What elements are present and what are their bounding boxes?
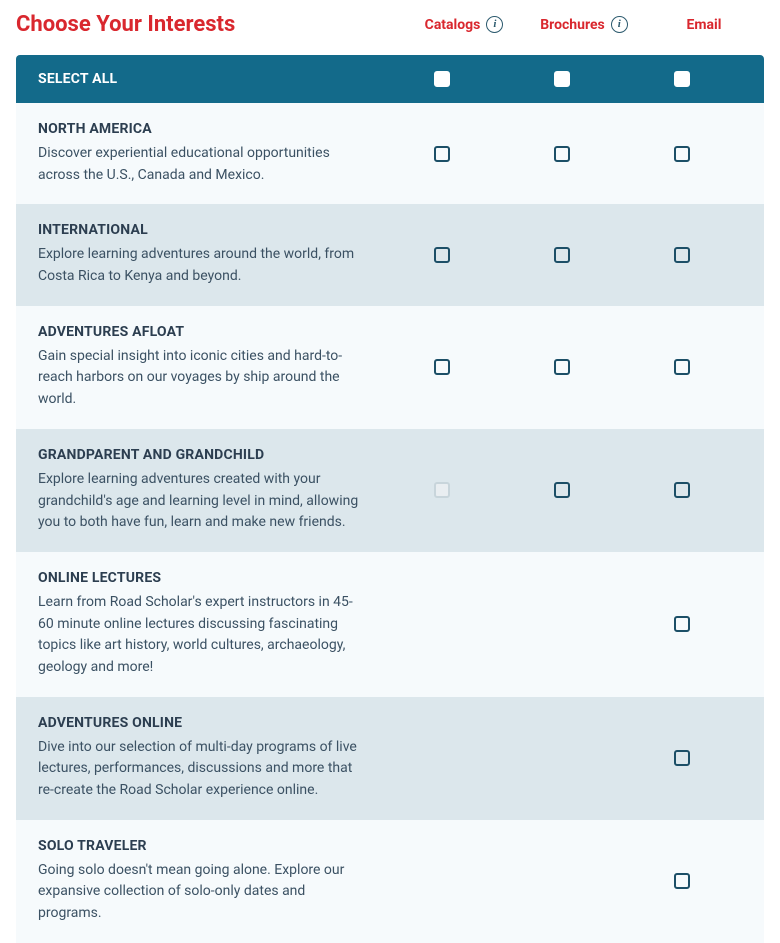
international-email-checkbox[interactable] bbox=[674, 247, 690, 263]
interest-row-title: ADVENTURES AFLOAT bbox=[38, 324, 362, 340]
select-all-label: SELECT ALL bbox=[38, 71, 362, 87]
column-header-brochures-label: Brochures bbox=[540, 17, 604, 33]
column-header-brochures: Brochures i bbox=[524, 16, 644, 33]
interest-row-desc: Learn from Road Scholar's expert instruc… bbox=[38, 592, 362, 679]
interest-row-title: NORTH AMERICA bbox=[38, 121, 362, 137]
column-header-email-label: Email bbox=[687, 17, 722, 33]
online-lectures-email-checkbox[interactable] bbox=[674, 616, 690, 632]
interest-row-desc: Going solo doesn't mean going alone. Exp… bbox=[38, 860, 362, 925]
select-all-brochures-checkbox[interactable] bbox=[554, 71, 570, 87]
column-header-catalogs: Catalogs i bbox=[404, 16, 524, 33]
north-america-catalogs-checkbox[interactable] bbox=[434, 146, 450, 162]
interest-row-desc: Gain special insight into iconic cities … bbox=[38, 346, 362, 411]
info-icon[interactable]: i bbox=[611, 16, 628, 33]
interest-row-desc: Explore learning adventures around the w… bbox=[38, 244, 362, 287]
interest-row-desc: Explore learning adventures created with… bbox=[38, 469, 362, 534]
column-header-catalogs-label: Catalogs bbox=[425, 17, 481, 33]
interest-row-title: ONLINE LECTURES bbox=[38, 570, 362, 586]
interest-row-desc: Discover experiential educational opport… bbox=[38, 143, 362, 186]
header: Choose Your Interests Catalogs i Brochur… bbox=[0, 0, 780, 55]
solo-traveler-email-checkbox[interactable] bbox=[674, 873, 690, 889]
interest-row: NORTH AMERICA Discover experiential educa… bbox=[16, 103, 764, 204]
select-all-catalogs-checkbox[interactable] bbox=[434, 71, 450, 87]
north-america-brochures-checkbox[interactable] bbox=[554, 146, 570, 162]
international-catalogs-checkbox[interactable] bbox=[434, 247, 450, 263]
grandparent-grandchild-catalogs-checkbox bbox=[434, 482, 450, 498]
adventures-online-email-checkbox[interactable] bbox=[674, 750, 690, 766]
interest-row: GRANDPARENT AND GRANDCHILD Explore learni… bbox=[16, 429, 764, 552]
international-brochures-checkbox[interactable] bbox=[554, 247, 570, 263]
interest-row-title: GRANDPARENT AND GRANDCHILD bbox=[38, 447, 362, 463]
interest-row: ADVENTURES AFLOAT Gain special insight in… bbox=[16, 306, 764, 429]
interest-row-title: INTERNATIONAL bbox=[38, 222, 362, 238]
interests-grid: SELECT ALL NORTH AMERICA Discover experie… bbox=[0, 55, 780, 943]
interest-row: SOLO TRAVELER Going solo doesn't mean goi… bbox=[16, 820, 764, 943]
interest-row-title: SOLO TRAVELER bbox=[38, 838, 362, 854]
column-header-email: Email bbox=[644, 17, 764, 33]
north-america-email-checkbox[interactable] bbox=[674, 146, 690, 162]
grandparent-grandchild-brochures-checkbox[interactable] bbox=[554, 482, 570, 498]
row-select-all: SELECT ALL bbox=[16, 55, 764, 103]
select-all-email-checkbox[interactable] bbox=[674, 71, 690, 87]
interest-row: ADVENTURES ONLINE Dive into our selection… bbox=[16, 697, 764, 820]
page-title: Choose Your Interests bbox=[16, 12, 235, 37]
adventures-afloat-catalogs-checkbox[interactable] bbox=[434, 359, 450, 375]
interest-row-title: ADVENTURES ONLINE bbox=[38, 715, 362, 731]
grandparent-grandchild-email-checkbox[interactable] bbox=[674, 482, 690, 498]
info-icon[interactable]: i bbox=[486, 16, 503, 33]
interest-row: ONLINE LECTURES Learn from Road Scholar's… bbox=[16, 552, 764, 697]
interest-row-desc: Dive into our selection of multi-day pro… bbox=[38, 737, 362, 802]
adventures-afloat-email-checkbox[interactable] bbox=[674, 359, 690, 375]
interest-row: INTERNATIONAL Explore learning adventures… bbox=[16, 204, 764, 305]
adventures-afloat-brochures-checkbox[interactable] bbox=[554, 359, 570, 375]
